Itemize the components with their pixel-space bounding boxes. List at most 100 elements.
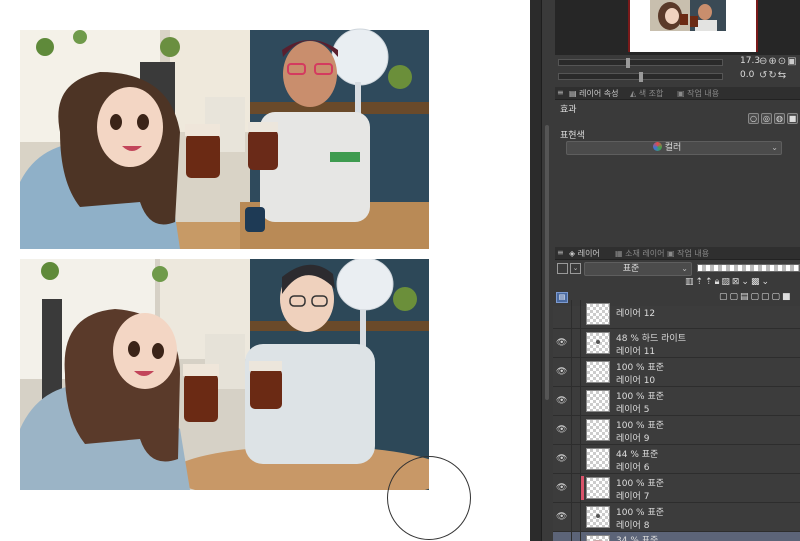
- layer-edit-toggle[interactable]: [571, 387, 581, 415]
- layer-thumbnail: [586, 390, 610, 412]
- layer-tabs: ≡ ◈ 레이어 ▦ 소재 레이어 ▣ 작업 내용: [555, 247, 800, 260]
- expression-color-label: 표현색: [560, 131, 585, 141]
- history-icon: ▣: [677, 89, 685, 98]
- layer-edit-toggle[interactable]: [571, 358, 581, 386]
- layer-row[interactable]: 👁︎ 44 % 표준레이어 6: [553, 445, 800, 474]
- illustration-artwork: [20, 259, 429, 490]
- eye-icon[interactable]: 👁︎: [556, 454, 567, 464]
- layer-edit-toggle[interactable]: [571, 329, 581, 357]
- layer-name: 레이어 9: [616, 434, 650, 444]
- layer-thumbnail: [586, 332, 610, 354]
- eye-icon[interactable]: 👁︎: [556, 425, 567, 435]
- tab-history[interactable]: ▣ 작업 내용: [667, 248, 709, 259]
- layer-thumbnail: [586, 361, 610, 383]
- reference-photo: [20, 22, 429, 249]
- rotate-slider-knob[interactable]: [639, 72, 643, 82]
- tab-label: 작업 내용: [677, 249, 710, 258]
- tone-effect-icon[interactable]: ◍: [774, 113, 785, 124]
- layer-name: 레이어 10: [616, 376, 656, 386]
- zoom-buttons[interactable]: ⊖⊕⊙▣: [759, 56, 798, 67]
- expression-color-select[interactable]: 컬러 ⌄: [566, 141, 782, 155]
- layer-name: 레이어 8: [616, 521, 650, 531]
- eye-icon[interactable]: 👁︎: [556, 396, 567, 406]
- rotate-buttons[interactable]: ↺↻⇆: [759, 70, 787, 81]
- layer-color-icon[interactable]: ■: [787, 113, 798, 124]
- layer-name: 레이어 11: [616, 347, 656, 357]
- layer-row[interactable]: 👁︎34 % 표준: [553, 532, 800, 541]
- eye-icon[interactable]: 👁︎: [556, 483, 567, 493]
- tab-label: 레이어: [577, 249, 600, 258]
- tab-label: 색 조합: [638, 89, 664, 98]
- layer-color-mark: [581, 476, 584, 500]
- tab-layer-property[interactable]: ▤ 레이어 속성: [569, 88, 618, 99]
- effect-buttons: ○ ◎ ◍ ■: [748, 113, 800, 126]
- panel-menu-icon[interactable]: ≡: [557, 88, 564, 97]
- panel-menu-icon[interactable]: ≡: [557, 248, 564, 257]
- zoom-slider[interactable]: [558, 58, 723, 68]
- blend-mode-select[interactable]: 표준 ⌄: [584, 262, 692, 276]
- rotate-slider[interactable]: [558, 72, 723, 82]
- layer-row[interactable]: 👁︎ 100 % 표준레이어 10: [553, 358, 800, 387]
- panel-divider[interactable]: [530, 0, 542, 541]
- opacity-slider[interactable]: [697, 264, 800, 272]
- layer-lock-toolbar[interactable]: ▥⇡⇡🔒︎▨⊠⌄▩⌄: [685, 277, 771, 287]
- layer-row[interactable]: 👁︎ 100 % 표준 레이어 7: [553, 474, 800, 503]
- layer-row[interactable]: 👁︎ 100 % 표준 레이어 9: [553, 416, 800, 445]
- layer-name: 레이어 5: [616, 405, 650, 415]
- layer-thumbnail: [586, 506, 610, 528]
- layer-list: 레이어 12 👁︎ 48 % 하드 라이트 레이어 11 👁︎ 100 % 표준 레이어 1…: [553, 300, 800, 541]
- layer-edit-toggle[interactable]: [571, 416, 581, 444]
- layer-row[interactable]: 👁︎ 100 % 표준레이어 5: [553, 387, 800, 416]
- layer-blend-info: 48 % 하드 라이트: [616, 334, 686, 344]
- tab-layer[interactable]: ◈ 레이어: [569, 248, 600, 259]
- layer-edit-toggle[interactable]: [571, 445, 581, 473]
- layer-row[interactable]: 👁︎ 48 % 하드 라이트레이어 11: [553, 329, 800, 358]
- chevron-down-icon: ⌄: [771, 143, 778, 152]
- brush-size-cursor: [387, 456, 471, 540]
- layer-edit-toggle[interactable]: [571, 300, 581, 328]
- blend-mode-value: 표준: [622, 264, 640, 274]
- tab-color-set[interactable]: ◭ 색 조합: [630, 88, 663, 99]
- tab-label: 레이어 속성: [579, 89, 619, 98]
- layer-blend-info: 34 % 표준: [616, 536, 659, 541]
- layer-thumbnail: [586, 419, 610, 441]
- material-icon: ▦: [615, 249, 623, 258]
- color-mode-icon: [652, 142, 662, 151]
- layers-icon: ◈: [569, 249, 576, 258]
- eye-icon[interactable]: 👁︎: [556, 338, 567, 348]
- layer-row[interactable]: 👁︎ 100 % 표준레이어 8: [553, 503, 800, 532]
- layer-name: 레이어 7: [616, 492, 650, 502]
- navigator-thumbnail: [650, 0, 726, 31]
- zoom-slider-knob[interactable]: [626, 58, 631, 68]
- layer-thumbnail: [586, 448, 610, 470]
- border-effect-icon[interactable]: ○: [748, 113, 759, 124]
- layer-name: 레이어 6: [616, 463, 650, 473]
- expression-color-value: 컬러: [664, 143, 682, 153]
- layer-blend-info: 100 % 표준: [616, 363, 665, 373]
- chevron-down-icon[interactable]: ⌄: [570, 263, 581, 274]
- panel-scrollbar[interactable]: [545, 125, 549, 400]
- eye-icon[interactable]: 👁︎: [556, 512, 567, 522]
- tab-label: 작업 내용: [687, 89, 720, 98]
- history-icon: ▣: [667, 249, 675, 258]
- layer-blend-info: 100 % 표준: [616, 392, 665, 402]
- layer-edit-toggle[interactable]: [571, 503, 581, 531]
- layer-blend-info: 44 % 표준: [616, 450, 659, 460]
- layer-edit-toggle[interactable]: [571, 474, 581, 502]
- layer-thumbnail: [586, 477, 610, 499]
- zoom-row: 17.3 ⊖⊕⊙▣: [555, 56, 800, 69]
- layer-edit-toggle[interactable]: [571, 532, 581, 541]
- drawing-canvas[interactable]: [0, 0, 530, 541]
- layer-row[interactable]: 레이어 12: [553, 300, 800, 329]
- rotate-value: 0.0: [740, 70, 755, 80]
- chevron-down-icon: ⌄: [681, 264, 688, 273]
- tab-material-layer[interactable]: ▦ 소재 레이어: [615, 248, 664, 259]
- zoom-value: 17.3: [740, 56, 761, 66]
- app-window: 17.3 ⊖⊕⊙▣ 0.0 ↺↻⇆ ≡ ▤ 레이어 속성 ◭ 색 조합 ▣ 작업…: [0, 0, 800, 541]
- layer-thumbnail: [586, 535, 610, 541]
- extract-line-icon[interactable]: ◎: [761, 113, 772, 124]
- tab-history[interactable]: ▣ 작업 내용: [677, 88, 719, 99]
- eye-icon[interactable]: 👁︎: [556, 367, 567, 377]
- layer-blend-info: 100 % 표준: [616, 508, 665, 518]
- layer-color-toggle[interactable]: [557, 263, 568, 274]
